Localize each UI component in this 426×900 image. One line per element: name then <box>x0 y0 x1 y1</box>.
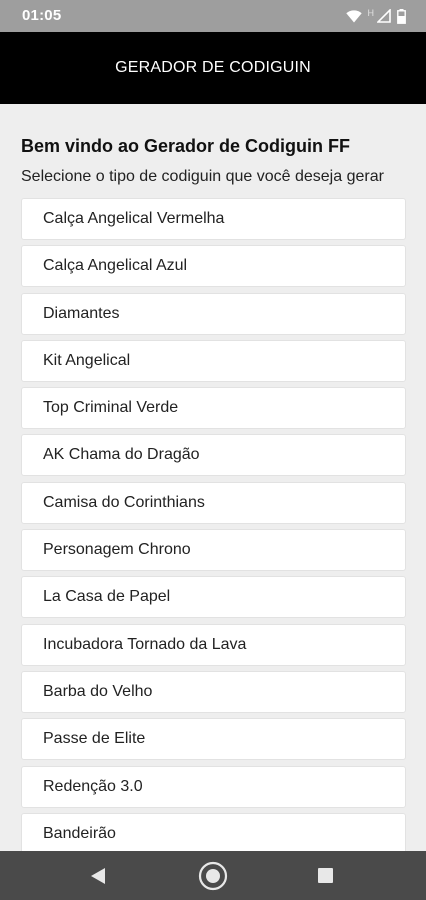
list-item[interactable]: Calça Angelical Vermelha <box>21 198 406 240</box>
codiguin-list: Calça Angelical Vermelha Calça Angelical… <box>21 198 406 851</box>
list-item[interactable]: Incubadora Tornado da Lava <box>21 623 406 666</box>
battery-icon <box>397 8 406 24</box>
signal-icon <box>377 9 391 23</box>
list-item[interactable]: Redenção 3.0 <box>21 765 406 808</box>
list-item[interactable]: Barba do Velho <box>21 670 406 713</box>
welcome-heading: Bem vindo ao Gerador de Codiguin FF <box>21 136 351 156</box>
main-content[interactable]: Bem vindo ao Gerador de Codiguin FF Sele… <box>0 104 426 851</box>
list-item[interactable]: Bandeirão <box>21 812 406 851</box>
instruction-text: Selecione o tipo de codiguin que você de… <box>21 168 384 185</box>
list-item[interactable]: Diamantes <box>21 292 406 335</box>
list-item[interactable]: Kit Angelical <box>21 339 406 382</box>
list-item[interactable]: Personagem Chrono <box>21 529 406 572</box>
home-icon[interactable] <box>198 861 228 896</box>
list-item[interactable]: AK Chama do Dragão <box>21 434 406 477</box>
app-title: GERADOR DE CODIGUIN <box>115 59 311 76</box>
list-item[interactable]: Passe de Elite <box>21 718 406 761</box>
network-type-label: H <box>367 8 375 18</box>
list-item[interactable]: Top Criminal Verde <box>21 387 406 430</box>
list-item[interactable]: Camisa do Corinthians <box>21 481 406 524</box>
list-item[interactable]: La Casa de Papel <box>21 576 406 619</box>
status-time: 01:05 <box>22 7 62 24</box>
navigation-bar <box>0 851 426 900</box>
wifi-icon <box>345 9 362 23</box>
recents-icon[interactable] <box>318 868 333 883</box>
back-icon[interactable] <box>90 867 106 890</box>
status-icons: H <box>345 7 407 25</box>
list-item[interactable]: Calça Angelical Azul <box>21 245 406 288</box>
app-bar: GERADOR DE CODIGUIN <box>0 32 426 104</box>
status-bar: 01:05 H <box>0 0 426 32</box>
